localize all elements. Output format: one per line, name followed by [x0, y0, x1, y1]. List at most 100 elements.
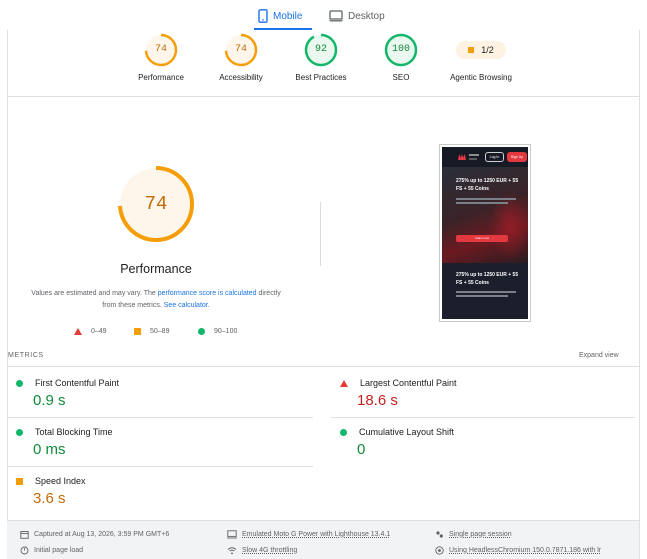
gauge-ring: 92 — [304, 33, 338, 67]
metric-value: 0 ms — [33, 441, 66, 458]
gauge-ring: 74 — [224, 33, 258, 67]
good-circle-icon — [16, 379, 23, 387]
tab-desktop[interactable]: Desktop — [329, 6, 385, 26]
thumb-headline-2: 275% up to 1250 EUR + 55 FS + 55 Coins — [456, 272, 519, 286]
footer-captured: Captured at Aug 13, 2026, 3:59 PM GMT+6 — [20, 530, 169, 539]
thumb-text-line — [456, 198, 516, 200]
timer-icon — [20, 546, 29, 555]
legend-good-label: 90–100 — [214, 327, 238, 335]
thumb-text-line — [456, 295, 508, 297]
footer-throttling[interactable]: Slow 4G throttling — [227, 546, 297, 555]
gauge-ring: 74 — [144, 33, 178, 67]
device-icon — [227, 530, 237, 539]
agentic-value: 1/2 — [481, 45, 494, 55]
gauge-label: Agentic Browsing — [450, 73, 512, 82]
metrics-header: METRICS — [8, 352, 44, 359]
metric-divider — [7, 417, 313, 418]
performance-gauge-large: 74 — [116, 164, 196, 244]
footer-emulated[interactable]: Emulated Moto G Power with Lighthouse 13… — [227, 530, 390, 539]
gauge-best-practices[interactable]: 92 Best Practices — [276, 33, 366, 82]
gauge-label: Performance — [138, 73, 184, 82]
performance-title: Performance — [120, 262, 192, 276]
metrics-divider — [7, 366, 639, 367]
good-circle-icon — [16, 428, 23, 436]
poor-triangle-icon — [340, 379, 348, 387]
average-square-icon — [16, 477, 23, 485]
thumbnail-page: Log In Sign Up 275% up to 1250 EUR + 55 … — [442, 147, 528, 319]
gauge-ring: 100 — [384, 33, 418, 67]
footer-initial-load: Initial page load — [20, 546, 83, 555]
wifi-icon — [227, 547, 237, 555]
legend-poor: 0–49 — [74, 326, 107, 336]
gauge-performance[interactable]: 74 Performance — [116, 33, 206, 82]
gauge-agentic-browsing[interactable]: 1/2 Agentic Browsing — [436, 33, 526, 82]
runtime-settings-footer: Captured at Aug 13, 2026, 3:59 PM GMT+6 … — [7, 520, 639, 559]
footer-captured-text: Captured at Aug 13, 2026, 3:59 PM GMT+6 — [34, 531, 170, 538]
expand-view-toggle[interactable]: Expand view — [579, 352, 619, 359]
person-icon — [436, 531, 443, 538]
vertical-separator — [320, 202, 321, 266]
metric-value: 18.6 s — [357, 392, 398, 409]
performance-note: Values are estimated and may vary. The p… — [26, 288, 286, 312]
footer-browser-text: Using HeadlessChromium 150.0.7871.186 wi… — [449, 547, 602, 554]
footer-initial-text: Initial page load — [34, 547, 84, 554]
gauge-label: SEO — [392, 73, 410, 82]
gauge-label: Best Practices — [295, 73, 347, 82]
metric-label: First Contentful Paint — [35, 378, 120, 388]
metric-label: Speed Index — [35, 476, 86, 486]
thumb-logo-text — [469, 158, 477, 160]
gauge-accessibility[interactable]: 74 Accessibility — [196, 33, 286, 82]
metric-lcp: Largest Contentful Paint 18.6 s — [331, 378, 631, 409]
metric-divider — [331, 417, 635, 418]
thumb-headline: 275% up to 1250 EUR + 55 FS + 55 Coins — [456, 178, 519, 192]
legend-poor-label: 0–49 — [91, 327, 107, 335]
agentic-badge: 1/2 — [456, 41, 506, 59]
phone-icon — [258, 9, 268, 23]
thumb-login-button: Log In — [485, 152, 504, 162]
metric-value: 0 — [357, 441, 366, 458]
footer-browser[interactable]: Using HeadlessChromium 150.0.7871.186 wi… — [435, 546, 601, 555]
legend-good: 90–100 — [198, 326, 237, 336]
metric-speed-index: Speed Index 3.6 s — [7, 476, 307, 507]
tab-mobile[interactable]: Mobile — [258, 6, 302, 26]
legend-average: 50–89 — [134, 326, 169, 336]
metric-label: Cumulative Layout Shift — [359, 427, 455, 437]
footer-session[interactable]: Single page session — [435, 530, 512, 539]
see-calculator-link[interactable]: See calculator. — [164, 302, 210, 309]
thumb-text-line — [456, 202, 508, 204]
average-square-icon — [468, 47, 475, 53]
final-screenshot-thumbnail[interactable]: Log In Sign Up 275% up to 1250 EUR + 55 … — [439, 144, 531, 322]
metric-divider — [7, 466, 313, 467]
metric-value: 0.9 s — [33, 392, 66, 409]
gauge-score: 74 — [154, 44, 167, 55]
score-calculated-link[interactable]: performance score is calculated — [158, 290, 257, 297]
footer-throttling-text: Slow 4G throttling — [242, 547, 298, 554]
orange-square-icon — [134, 327, 141, 335]
report-border-right — [639, 30, 640, 559]
footer-emulated-text: Emulated Moto G Power with Lighthouse 13… — [242, 531, 391, 538]
calendar-icon — [20, 531, 29, 539]
thumb-text-line — [456, 291, 516, 293]
thumb-signup-button: Sign Up — [507, 152, 527, 162]
device-tabs: Mobile Desktop — [0, 0, 647, 30]
tab-mobile-label: Mobile — [273, 10, 303, 22]
gauge-label: Accessibility — [219, 73, 263, 82]
metric-tbt: Total Blocking Time 0 ms — [7, 427, 307, 458]
footer-session-text: Single page session — [449, 531, 512, 538]
gauge-seo[interactable]: 100 SEO — [356, 33, 446, 82]
active-tab-indicator — [254, 28, 312, 30]
crown-logo-icon — [458, 154, 466, 160]
thumb-logo-text — [469, 154, 479, 156]
metric-cls: Cumulative Layout Shift 0 — [331, 427, 631, 458]
gauges-divider — [7, 96, 639, 97]
red-triangle-icon — [74, 327, 82, 335]
gauge-score: 100 — [391, 44, 410, 55]
green-circle-icon — [198, 327, 205, 335]
metric-label: Largest Contentful Paint — [360, 378, 457, 388]
thumb-header: Log In Sign Up — [442, 147, 528, 167]
metric-label: Total Blocking Time — [35, 427, 113, 437]
performance-score: 74 — [144, 193, 168, 215]
gauge-score: 92 — [314, 44, 327, 55]
gauge-score: 74 — [234, 44, 247, 55]
note-prefix: Values are estimated and may vary. The — [31, 290, 158, 297]
